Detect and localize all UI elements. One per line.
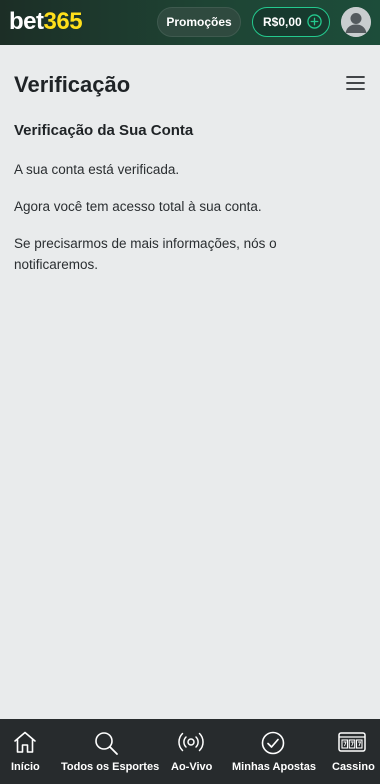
- nav-item-inicio[interactable]: Início: [0, 719, 50, 784]
- promotions-button[interactable]: Promoções: [157, 7, 241, 37]
- section-title: Verificação da Sua Conta: [14, 122, 194, 139]
- full-access-message: Agora você tem acesso total à sua conta.: [14, 199, 262, 214]
- nav-item-cassino[interactable]: Cassino: [328, 719, 376, 784]
- nav-item-todos-os-esportes[interactable]: Todos os Esportes: [56, 719, 160, 784]
- logo-text-365: 365: [43, 8, 83, 35]
- check-circle-icon: [261, 731, 285, 755]
- logo-text-bet: bet: [9, 8, 44, 35]
- nav-item-ao-vivo[interactable]: Ao-Vivo: [165, 719, 217, 784]
- home-icon: [14, 731, 36, 753]
- nav-label-inicio: Início: [11, 761, 40, 773]
- nav-label-cassino: Cassino: [332, 761, 375, 773]
- bet365-logo[interactable]: bet365: [9, 7, 83, 37]
- verified-message: A sua conta está verificada.: [14, 162, 180, 177]
- balance-button[interactable]: R$0,00: [252, 7, 330, 37]
- nav-label-ao-vivo: Ao-Vivo: [171, 761, 213, 773]
- promotions-label: Promoções: [166, 15, 232, 29]
- live-icon: [178, 732, 204, 752]
- nav-label-todos-os-esportes: Todos os Esportes: [61, 761, 160, 773]
- bottom-nav: Início Todos os Esportes Ao-Vivo Minhas …: [0, 719, 380, 784]
- notification-message: Se precisarmos de mais informações, nós …: [14, 236, 277, 272]
- hamburger-menu-icon[interactable]: [346, 75, 365, 91]
- balance-amount: R$0,00: [263, 15, 302, 29]
- nav-label-minhas-apostas: Minhas Apostas: [232, 761, 316, 773]
- user-avatar[interactable]: [341, 7, 371, 37]
- user-icon: [341, 7, 371, 37]
- page-title: Verificação: [14, 72, 131, 97]
- nav-item-minhas-apostas[interactable]: Minhas Apostas: [228, 719, 318, 784]
- slot-machine-icon: [338, 732, 366, 752]
- plus-circle-icon: [307, 14, 322, 29]
- top-header: bet365 Promoções R$0,00: [0, 0, 380, 45]
- search-icon: [95, 732, 118, 755]
